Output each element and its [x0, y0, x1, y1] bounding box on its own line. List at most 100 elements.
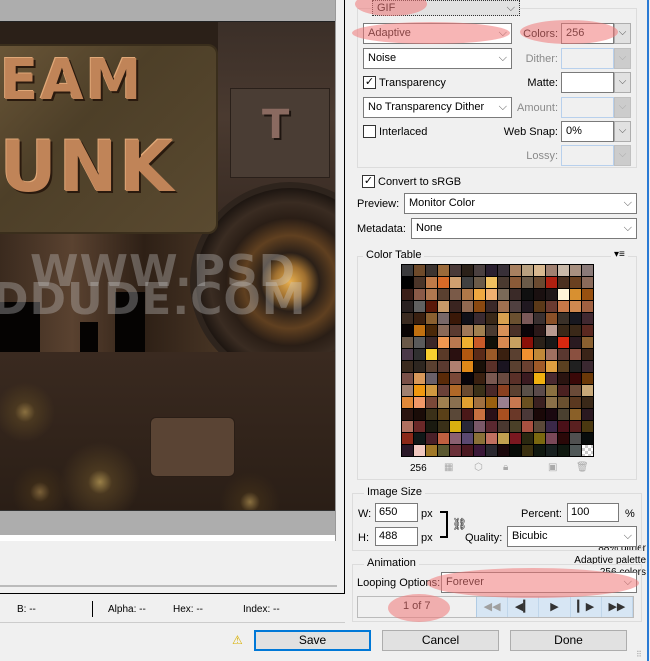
- color-swatch[interactable]: [402, 325, 413, 336]
- color-swatch[interactable]: [414, 325, 425, 336]
- color-swatch[interactable]: [522, 421, 533, 432]
- color-swatch[interactable]: [546, 301, 557, 312]
- color-swatch[interactable]: [426, 277, 437, 288]
- color-swatch[interactable]: [570, 445, 581, 456]
- play-button[interactable]: ▶: [539, 597, 571, 617]
- color-swatch[interactable]: [474, 277, 485, 288]
- color-swatch[interactable]: [426, 337, 437, 348]
- color-swatch[interactable]: [582, 325, 593, 336]
- color-swatch[interactable]: [414, 445, 425, 456]
- color-swatch[interactable]: [450, 325, 461, 336]
- color-swatch[interactable]: [498, 301, 509, 312]
- color-swatch[interactable]: [522, 361, 533, 372]
- color-swatch[interactable]: [534, 445, 545, 456]
- color-swatch[interactable]: [510, 277, 521, 288]
- color-swatch[interactable]: [426, 373, 437, 384]
- color-swatch[interactable]: [570, 337, 581, 348]
- color-swatch[interactable]: [534, 265, 545, 276]
- color-swatch[interactable]: [510, 289, 521, 300]
- color-swatch[interactable]: [510, 397, 521, 408]
- color-swatch[interactable]: [522, 397, 533, 408]
- color-swatch[interactable]: [438, 433, 449, 444]
- color-swatch[interactable]: [546, 325, 557, 336]
- color-swatch[interactable]: [486, 421, 497, 432]
- color-swatch[interactable]: [510, 337, 521, 348]
- color-swatch[interactable]: [546, 421, 557, 432]
- color-swatch[interactable]: [582, 265, 593, 276]
- color-swatch[interactable]: [546, 313, 557, 324]
- color-swatch[interactable]: [582, 289, 593, 300]
- color-swatch[interactable]: [474, 265, 485, 276]
- color-swatch[interactable]: [402, 289, 413, 300]
- color-swatch[interactable]: [534, 373, 545, 384]
- color-swatch[interactable]: [498, 385, 509, 396]
- color-swatch[interactable]: [462, 349, 473, 360]
- color-swatch[interactable]: [414, 277, 425, 288]
- percent-input[interactable]: 100: [567, 503, 619, 522]
- color-swatch[interactable]: [402, 385, 413, 396]
- color-swatch[interactable]: [534, 385, 545, 396]
- color-swatch[interactable]: [450, 409, 461, 420]
- color-swatch[interactable]: [486, 337, 497, 348]
- color-swatch[interactable]: [498, 337, 509, 348]
- color-swatch[interactable]: [570, 349, 581, 360]
- color-swatch[interactable]: [582, 337, 593, 348]
- color-swatch[interactable]: [582, 301, 593, 312]
- color-swatch[interactable]: [522, 373, 533, 384]
- color-swatch[interactable]: [498, 325, 509, 336]
- color-swatch[interactable]: [546, 349, 557, 360]
- color-swatch[interactable]: [450, 373, 461, 384]
- color-swatch[interactable]: [426, 409, 437, 420]
- color-swatch[interactable]: [546, 445, 557, 456]
- color-swatch[interactable]: [522, 301, 533, 312]
- color-swatch[interactable]: [426, 361, 437, 372]
- color-swatch[interactable]: [558, 313, 569, 324]
- color-swatch[interactable]: [486, 289, 497, 300]
- color-swatch[interactable]: [414, 289, 425, 300]
- chevron-down-icon[interactable]: ⌵: [614, 23, 631, 44]
- color-swatch[interactable]: [486, 397, 497, 408]
- preview-image[interactable]: T EAM UNK WWW.PSD DDUDE.COM: [0, 21, 335, 510]
- color-swatch[interactable]: [486, 373, 497, 384]
- color-swatch[interactable]: [510, 361, 521, 372]
- warning-icon[interactable]: ⚠: [232, 633, 243, 647]
- color-swatch[interactable]: [402, 397, 413, 408]
- color-swatch[interactable]: [462, 325, 473, 336]
- color-swatch[interactable]: [582, 313, 593, 324]
- color-swatch[interactable]: [546, 409, 557, 420]
- chevron-down-icon[interactable]: ⌵: [614, 72, 631, 93]
- web-shift-icon[interactable]: ▦: [444, 462, 453, 473]
- color-swatch[interactable]: [546, 361, 557, 372]
- color-swatch[interactable]: [486, 409, 497, 420]
- color-swatch[interactable]: [570, 433, 581, 444]
- color-swatch[interactable]: [402, 421, 413, 432]
- color-swatch[interactable]: [534, 277, 545, 288]
- last-frame-button[interactable]: ▶▶: [602, 597, 634, 617]
- color-swatch[interactable]: [510, 373, 521, 384]
- color-swatch[interactable]: [426, 433, 437, 444]
- color-swatch[interactable]: [486, 277, 497, 288]
- color-swatch[interactable]: [570, 265, 581, 276]
- color-swatch[interactable]: [522, 433, 533, 444]
- color-swatch[interactable]: [522, 313, 533, 324]
- color-swatch[interactable]: [582, 385, 593, 396]
- color-swatch[interactable]: [462, 421, 473, 432]
- color-swatch[interactable]: [426, 325, 437, 336]
- color-swatch[interactable]: [522, 385, 533, 396]
- color-swatch[interactable]: [462, 445, 473, 456]
- color-swatch[interactable]: [438, 325, 449, 336]
- dither-input[interactable]: [561, 48, 614, 69]
- format-select[interactable]: GIF ⌵: [372, 0, 520, 16]
- dither-combo[interactable]: ⌵: [561, 48, 631, 69]
- color-swatch[interactable]: [414, 337, 425, 348]
- color-swatch[interactable]: [498, 313, 509, 324]
- color-swatch[interactable]: [474, 313, 485, 324]
- colors-combo[interactable]: 256 ⌵: [561, 23, 631, 44]
- width-input[interactable]: 650: [375, 503, 418, 522]
- web-snap-combo[interactable]: 0% ⌵: [561, 121, 631, 142]
- color-swatch[interactable]: [510, 409, 521, 420]
- chevron-down-icon[interactable]: ⌵: [614, 48, 631, 69]
- transparency-checkbox[interactable]: ✓: [363, 76, 376, 89]
- next-frame-button[interactable]: ▎▶: [571, 597, 602, 617]
- color-swatch[interactable]: [486, 313, 497, 324]
